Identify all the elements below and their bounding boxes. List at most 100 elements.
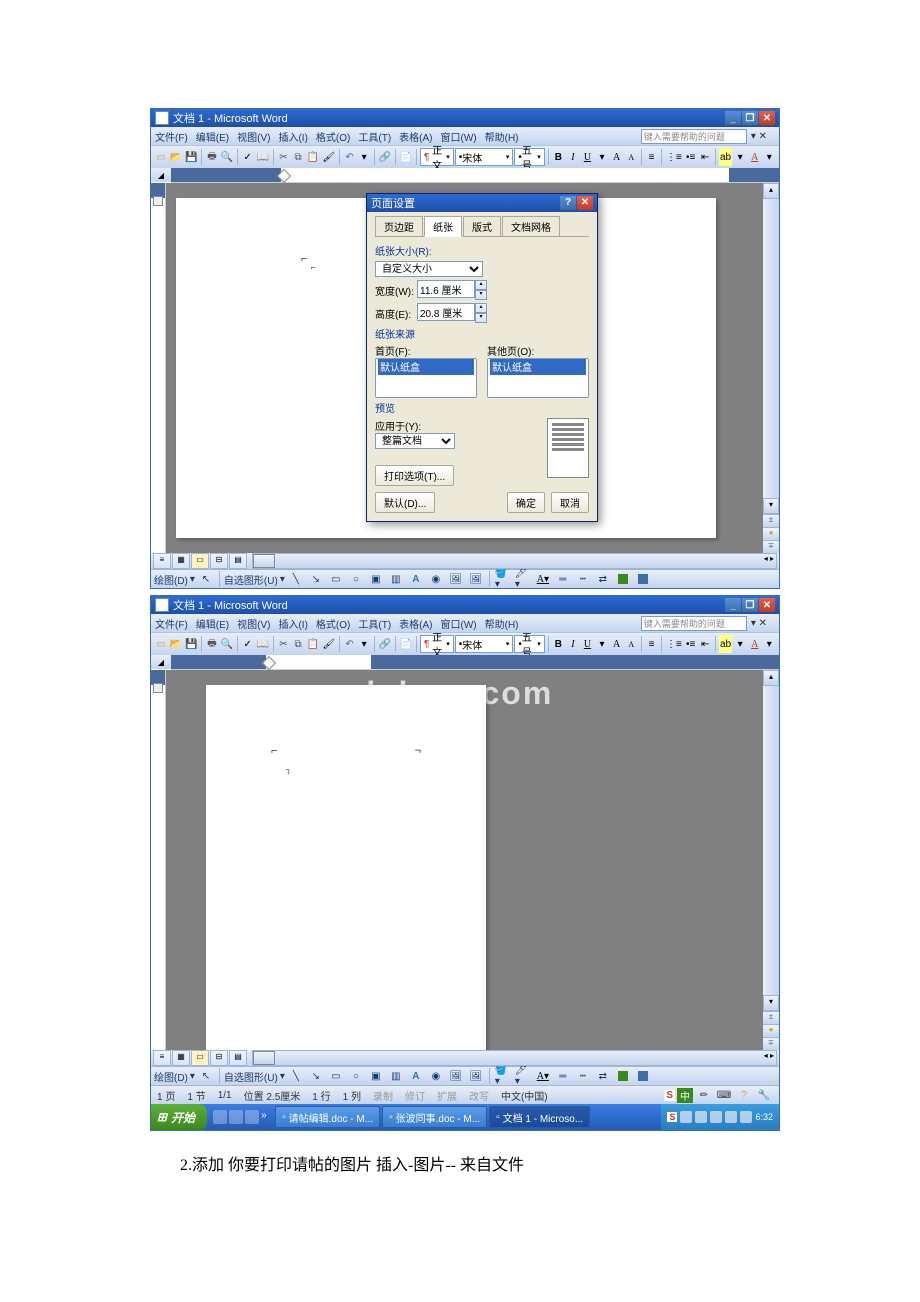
status-language[interactable]: 中文(中国) [501, 1088, 548, 1103]
maximize-button[interactable]: ❐ [742, 111, 758, 125]
spell-check-icon[interactable]: ✓ [241, 635, 255, 653]
read-mode-icon[interactable]: 📄 [399, 635, 413, 653]
menu-view[interactable]: 视图(V) [237, 129, 270, 144]
apply-to-select[interactable]: 整篇文档 [375, 433, 455, 449]
help-search-input[interactable] [641, 129, 747, 144]
oval-icon[interactable]: ○ [347, 1067, 365, 1085]
browse-object-icon[interactable]: ● [763, 1024, 779, 1037]
align-justify-icon[interactable]: ≡ [645, 148, 659, 166]
style-combo[interactable]: ¶ 正文▾ [420, 148, 454, 166]
underline-dropdown-icon[interactable]: ▾ [595, 148, 609, 166]
numbered-list-icon[interactable]: ⋮≡ [665, 148, 683, 166]
underline-button[interactable]: U [581, 148, 595, 166]
vertical-scrollbar[interactable]: ▴▾ ±●∓ [763, 670, 779, 1050]
diagram-icon[interactable]: ◉ [427, 1067, 445, 1085]
dialog-title-bar[interactable]: 页面设置 ? ✕ [367, 194, 597, 212]
size-combo[interactable]: • 五号▾ [514, 148, 544, 166]
close-button[interactable]: ✕ [759, 598, 775, 612]
rectangle-icon[interactable]: ▭ [327, 1067, 345, 1085]
tray-network-icon[interactable] [695, 1111, 707, 1123]
other-pages-tray-select[interactable]: 默认纸盒 [487, 358, 589, 398]
new-doc-icon[interactable]: ▭ [154, 635, 168, 653]
menu-insert[interactable]: 插入(I) [278, 616, 307, 631]
tab-margins[interactable]: 页边距 [375, 216, 423, 236]
status-revision[interactable]: 修订 [405, 1088, 425, 1103]
3d-icon[interactable] [634, 570, 652, 588]
bulleted-list-icon[interactable]: •≡ [684, 635, 698, 653]
ime-indicator[interactable]: S [664, 1090, 675, 1101]
font-color-dropdown-icon[interactable]: ▾ [762, 148, 776, 166]
textbox-icon[interactable]: ▣ [367, 1067, 385, 1085]
wordart-icon[interactable]: A [407, 570, 425, 588]
outline-view-icon[interactable]: ⊟ [210, 553, 228, 569]
cut-icon[interactable]: ✂ [277, 635, 291, 653]
draw-menu[interactable]: 绘图(D) [154, 1069, 188, 1084]
rectangle-icon[interactable]: ▭ [327, 570, 345, 588]
tray-icon[interactable] [680, 1111, 692, 1123]
print-view-icon[interactable]: ▭ [191, 1050, 209, 1066]
dash-style-icon[interactable]: ┅ [574, 1067, 592, 1085]
print-icon[interactable]: 🖶 [205, 148, 219, 166]
menu-table[interactable]: 表格(A) [399, 129, 432, 144]
paste-icon[interactable]: 📋 [306, 148, 320, 166]
undo-dropdown-icon[interactable]: ▾ [357, 635, 371, 653]
dash-style-icon[interactable]: ┅ [574, 570, 592, 588]
decrease-indent-icon[interactable]: ⇤ [698, 635, 712, 653]
menu-file[interactable]: 文件(F) [155, 616, 188, 631]
clipart-icon[interactable]: 🖼 [447, 1067, 465, 1085]
page-canvas[interactable]: ⌐ ┐ ¬ [206, 685, 486, 1050]
tab-grid[interactable]: 文档网格 [502, 216, 560, 236]
ime-help-icon[interactable]: ? [735, 1086, 753, 1104]
minimize-button[interactable]: _ [725, 111, 741, 125]
browse-object-icon[interactable]: ● [763, 527, 779, 540]
normal-view-icon[interactable]: ≡ [153, 1050, 171, 1066]
taskbar-item[interactable]: ▫文档 1 - Microso... [489, 1106, 590, 1128]
horizontal-ruler[interactable]: ◢ [171, 655, 779, 670]
font-color-draw-icon[interactable]: A▾ [534, 570, 552, 588]
quick-launch-media-icon[interactable] [245, 1110, 259, 1124]
line-style-icon[interactable]: ═ [554, 570, 572, 588]
width-input[interactable] [417, 280, 475, 298]
doc-close-button[interactable]: ▾ ✕ [751, 131, 767, 142]
save-icon[interactable]: 💾 [184, 148, 198, 166]
menu-tools[interactable]: 工具(T) [358, 616, 391, 631]
line-icon[interactable]: ╲ [287, 570, 305, 588]
3d-icon[interactable] [634, 1067, 652, 1085]
reading-view-icon[interactable]: ▤ [229, 553, 247, 569]
diagram-icon[interactable]: ◉ [427, 570, 445, 588]
font-color-dropdown-icon[interactable]: ▾ [762, 635, 776, 653]
cancel-button[interactable]: 取消 [551, 492, 589, 513]
horizontal-ruler[interactable]: ◢ [171, 168, 779, 183]
numbered-list-icon[interactable]: ⋮≡ [665, 635, 683, 653]
format-painter-icon[interactable]: 🖌 [321, 635, 336, 653]
line-color-icon[interactable]: 🖊▾ [514, 1067, 532, 1085]
font-color-icon[interactable]: A [748, 148, 762, 166]
taskbar-item[interactable]: ▫张波同事.doc - M... [382, 1106, 487, 1128]
italic-button[interactable]: I [566, 148, 580, 166]
ime-lang-icon[interactable]: 中 [677, 1088, 693, 1103]
copy-icon[interactable]: ⧉ [291, 148, 305, 166]
shadow-icon[interactable] [614, 570, 632, 588]
arrow-icon[interactable]: ↘ [307, 570, 325, 588]
autoshapes-menu[interactable]: 自选图形(U) [224, 1069, 278, 1084]
outline-view-icon[interactable]: ⊟ [210, 1050, 228, 1066]
picture-icon[interactable]: 🖼 [467, 570, 485, 588]
vertical-ruler[interactable] [151, 183, 166, 553]
menu-edit[interactable]: 编辑(E) [196, 129, 229, 144]
maximize-button[interactable]: ❐ [742, 598, 758, 612]
shrink-font-icon[interactable]: A [624, 148, 638, 166]
default-button[interactable]: 默认(D)... [375, 492, 435, 513]
dialog-close-button[interactable]: ✕ [577, 196, 593, 210]
status-overwrite[interactable]: 改写 [469, 1088, 489, 1103]
first-page-tray-select[interactable]: 默认纸盒 [375, 358, 477, 398]
autoshapes-menu[interactable]: 自选图形(U) [224, 572, 278, 587]
width-spinner[interactable]: ▴▾ [475, 280, 487, 300]
arrow-icon[interactable]: ↘ [307, 1067, 325, 1085]
prev-page-icon[interactable]: ± [763, 1011, 779, 1024]
print-preview-icon[interactable]: 🔍 [220, 148, 234, 166]
research-icon[interactable]: 📖 [256, 148, 270, 166]
arrow-style-icon[interactable]: ⇄ [594, 1067, 612, 1085]
quick-launch-chevron-icon[interactable]: » [261, 1110, 269, 1124]
select-objects-icon[interactable]: ↖ [197, 570, 215, 588]
status-record[interactable]: 录制 [373, 1088, 393, 1103]
